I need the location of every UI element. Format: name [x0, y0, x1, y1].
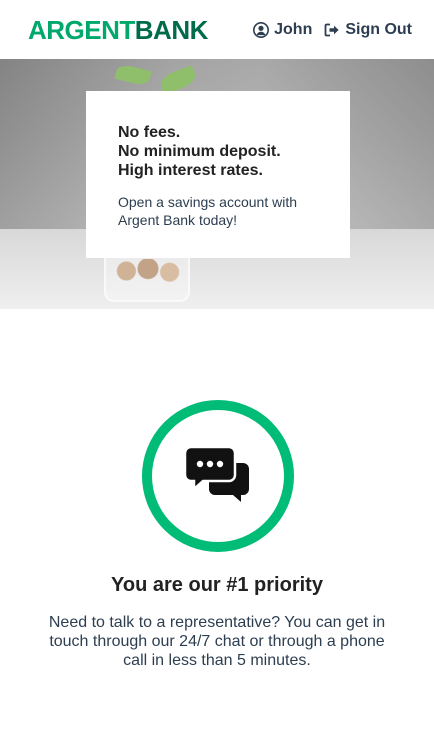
- hero-content-card: No fees. No minimum deposit. High intere…: [86, 91, 350, 258]
- logo-link[interactable]: ARGENTBANK: [28, 15, 208, 45]
- chat-icon: [183, 445, 251, 508]
- user-profile-link[interactable]: John: [253, 21, 312, 39]
- hero-subtitle: No minimum deposit.: [118, 143, 281, 160]
- user-name: John: [274, 20, 313, 38]
- logo-text-argent: ARGENT: [28, 14, 135, 45]
- sign-out-link[interactable]: Sign Out: [324, 21, 412, 39]
- sign-out-icon: [324, 23, 340, 37]
- jar-image: [104, 254, 190, 302]
- features-section: You are our #1 priority Need to talk to …: [0, 309, 434, 755]
- hero-text: Open a savings account with Argent Bank …: [118, 194, 297, 228]
- feature-icon-circle: [142, 400, 294, 552]
- nav-links: John Sign Out: [253, 21, 412, 39]
- hero-banner: No fees. No minimum deposit. High intere…: [0, 59, 434, 309]
- logo: ARGENTBANK: [28, 17, 208, 43]
- sign-out-label: Sign Out: [345, 20, 412, 38]
- logo-text-bank: BANK: [134, 14, 209, 45]
- hero-subtitle: High interest rates.: [118, 162, 263, 179]
- feature-title: You are our #1 priority: [111, 574, 323, 596]
- main-nav: ARGENTBANK John Sign Out: [0, 0, 434, 59]
- hero-subtitle: No fees.: [118, 124, 181, 141]
- feature-text: Need to talk to a representative? You ca…: [48, 614, 386, 669]
- user-circle-icon: [253, 21, 270, 38]
